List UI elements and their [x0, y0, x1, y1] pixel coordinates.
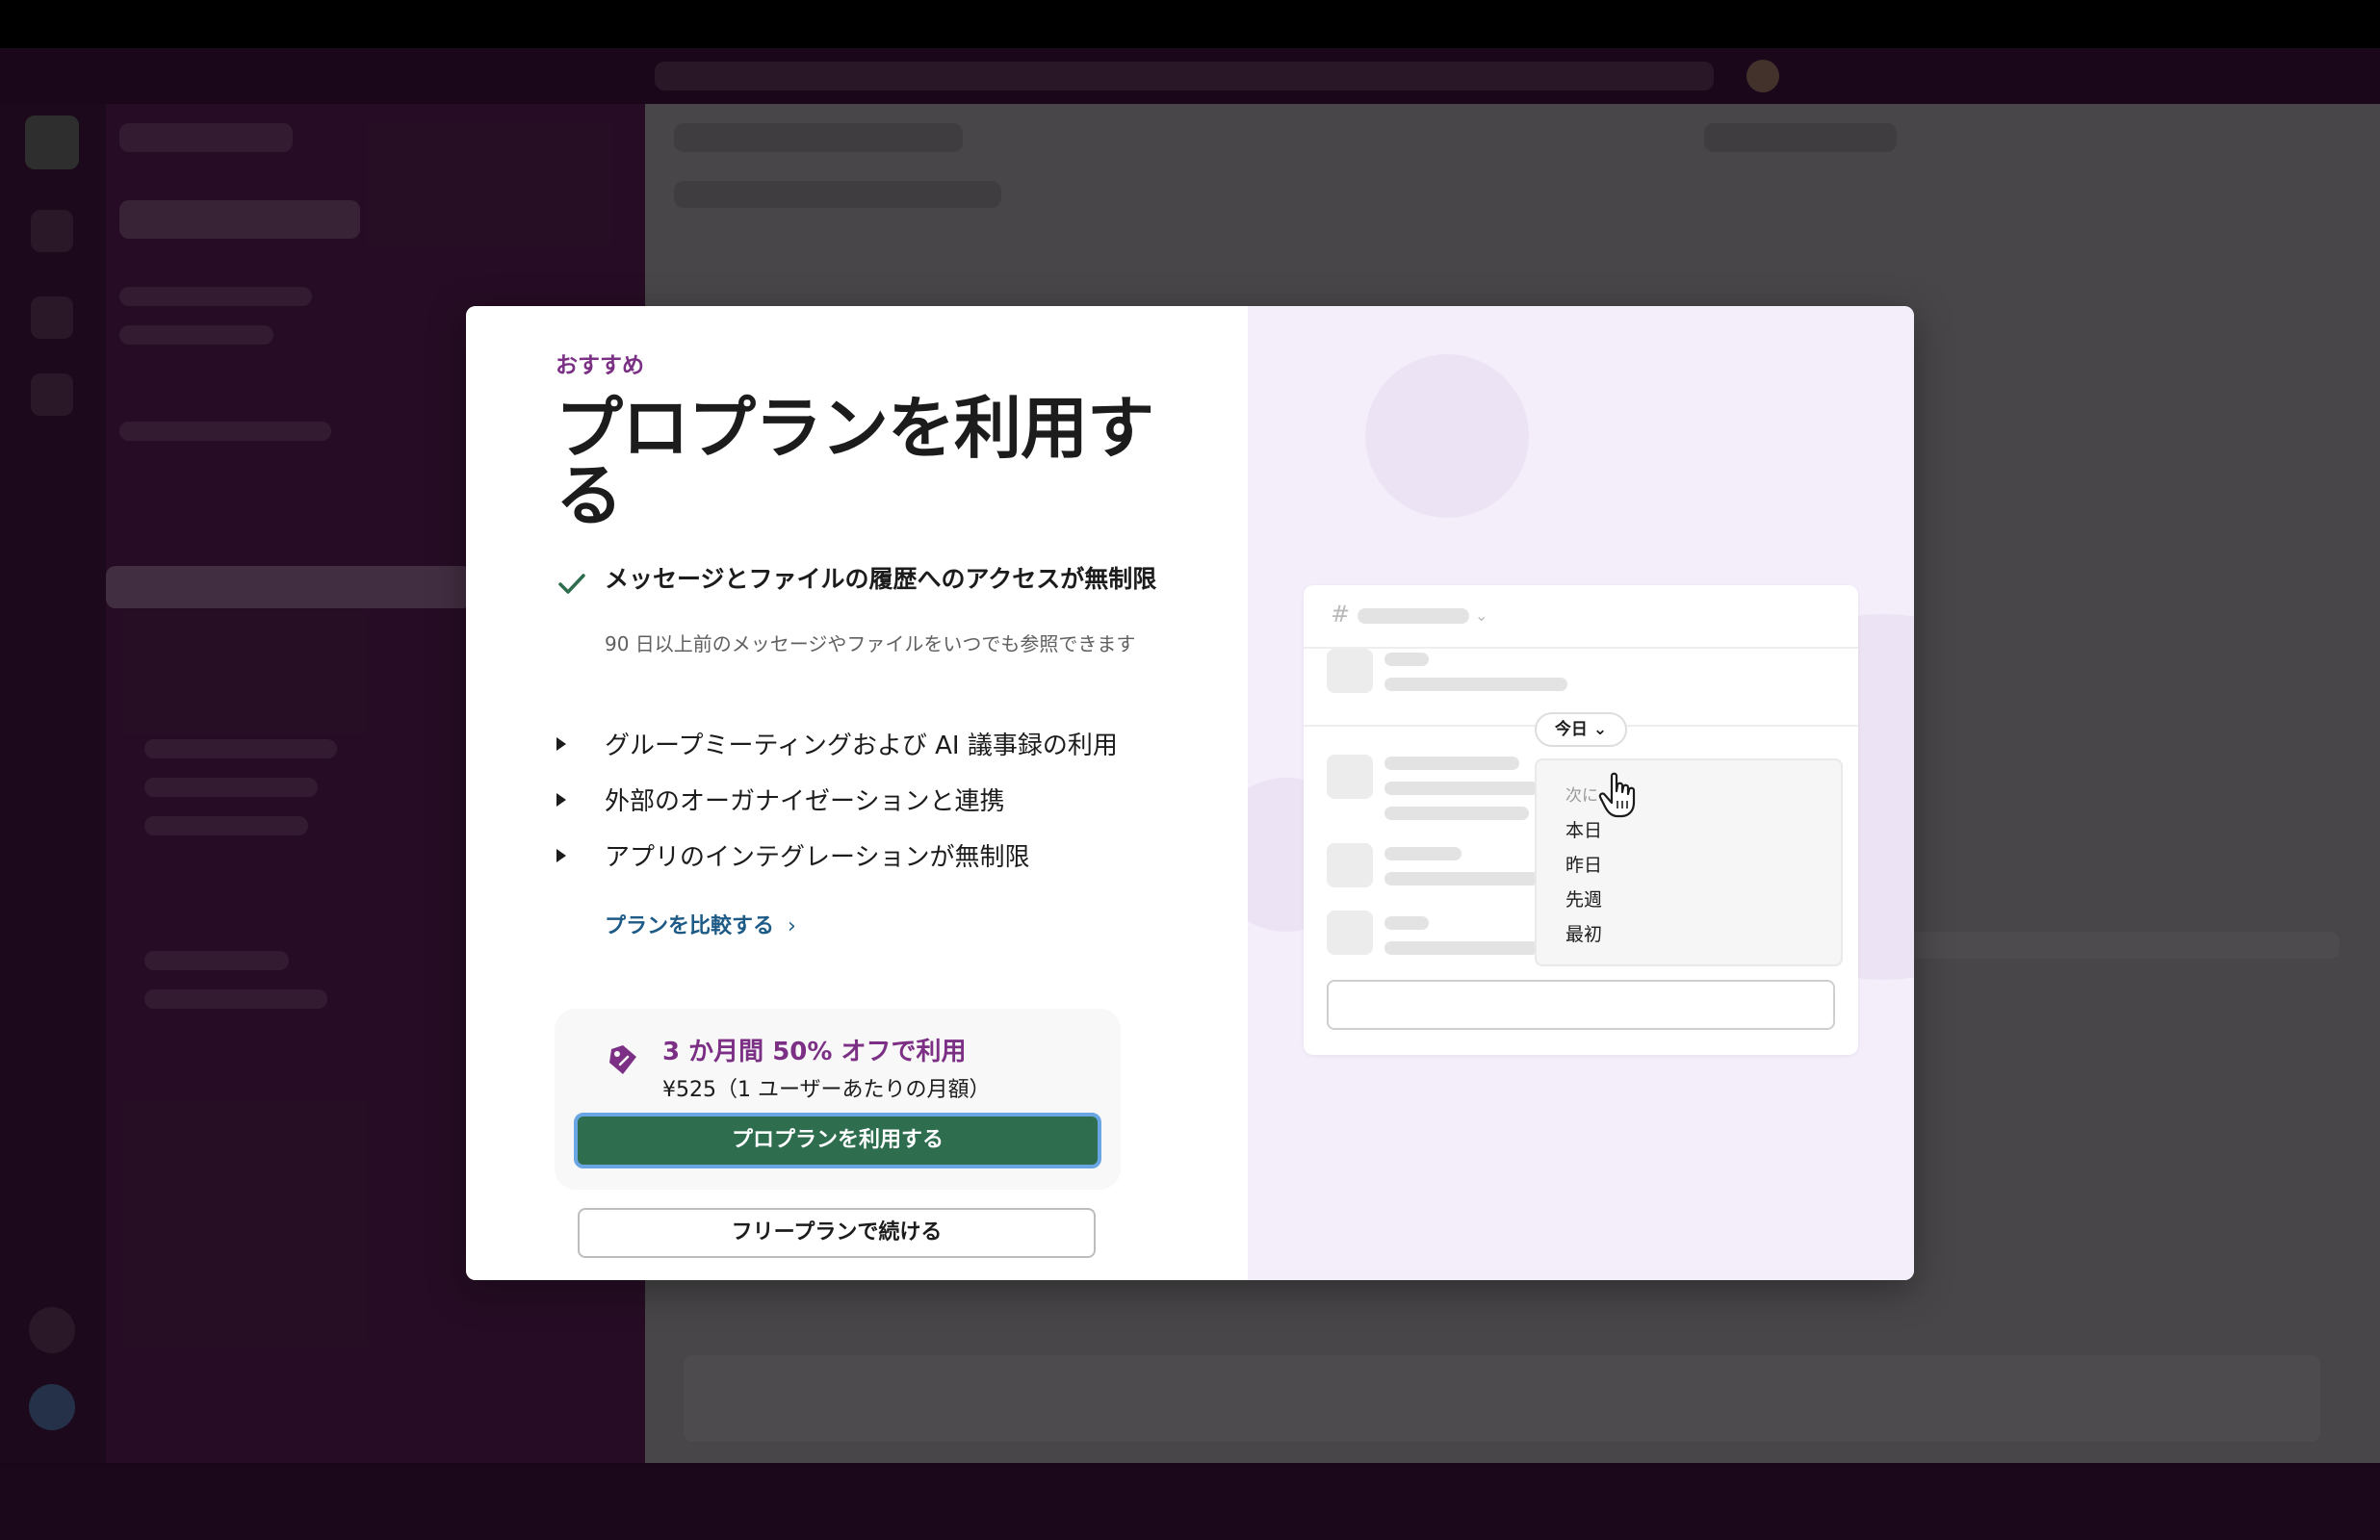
date-jump-menu: 次に… 本日 昨日 先週 最初 — [1535, 758, 1843, 966]
message-input-placeholder — [1327, 980, 1835, 1030]
offer-card: 3 か月間 50% オフで利用 ¥525（1 ユーザーあたりの月額） プロプラン… — [555, 1009, 1121, 1190]
menu-item-yesterday[interactable]: 昨日 — [1565, 851, 1602, 877]
price-tag-icon — [609, 1045, 636, 1074]
continue-free-button[interactable]: フリープランで続ける — [578, 1208, 1096, 1258]
mockup-header-divider — [1304, 647, 1858, 649]
modal-title: プロプランを利用する — [556, 389, 1154, 535]
message-placeholder — [1384, 941, 1539, 955]
feature-bullet-text: アプリのインテグレーションが無制限 — [605, 843, 1030, 872]
hash-icon: # — [1331, 601, 1351, 628]
avatar-placeholder — [1327, 755, 1373, 799]
caret-right-icon — [556, 849, 566, 862]
feature-bullet: グループミーティングおよび AI 議事録の利用 — [556, 728, 1173, 766]
avatar-placeholder — [1327, 911, 1373, 955]
menu-item-last-week[interactable]: 先週 — [1565, 886, 1602, 911]
menu-item-beginning[interactable]: 最初 — [1565, 920, 1602, 946]
offer-title: 3 か月間 50% オフで利用 — [662, 1038, 967, 1066]
feature-bullet-text: 外部のオーガナイゼーションと連携 — [605, 787, 1005, 816]
upgrade-to-pro-button[interactable]: プロプランを利用する — [574, 1113, 1101, 1168]
name-placeholder — [1384, 653, 1429, 666]
offer-price: ¥525（1 ユーザーあたりの月額） — [662, 1078, 991, 1102]
illustration-pane: # ⌄ 今日 ⌄ 次に… 本日 昨日 先週 最初 — [1248, 306, 1914, 1280]
avatar-placeholder — [1327, 649, 1373, 693]
feature-bullet: アプリのインテグレーションが無制限 — [556, 839, 1173, 878]
name-placeholder — [1384, 847, 1462, 860]
recommended-label: おすすめ — [556, 353, 644, 378]
check-icon — [558, 574, 585, 594]
feature-title: メッセージとファイルの履歴へのアクセスが無制限 — [605, 565, 1157, 593]
channel-name-placeholder — [1358, 608, 1469, 624]
upgrade-modal: おすすめ プロプランを利用する メッセージとファイルの履歴へのアクセスが無制限 … — [466, 306, 1914, 1280]
compare-plans-label: プランを比較する — [605, 914, 775, 938]
date-jump-button[interactable]: 今日 ⌄ — [1535, 712, 1627, 747]
message-placeholder — [1384, 807, 1529, 820]
menu-item-today[interactable]: 本日 — [1565, 816, 1602, 842]
feature-bullet-text: グループミーティングおよび AI 議事録の利用 — [605, 732, 1118, 760]
name-placeholder — [1384, 757, 1519, 770]
message-placeholder — [1384, 678, 1567, 691]
compare-plans-link[interactable]: プランを比較する › — [605, 909, 796, 939]
decorative-shape — [1365, 354, 1529, 518]
caret-right-icon — [556, 737, 566, 751]
channel-mockup: # ⌄ 今日 ⌄ 次に… 本日 昨日 先週 最初 — [1304, 585, 1858, 1055]
feature-bullet: 外部のオーガナイゼーションと連携 — [556, 783, 1173, 822]
chevron-right-icon: › — [788, 914, 796, 938]
avatar-placeholder — [1327, 843, 1373, 887]
chevron-down-icon: ⌄ — [1587, 720, 1608, 739]
name-placeholder — [1384, 916, 1429, 930]
message-placeholder — [1384, 782, 1539, 795]
feature-description: 90 日以上前のメッセージやファイルをいつでも参照できます — [605, 632, 1136, 655]
hand-cursor-icon — [1598, 772, 1636, 818]
date-jump-label: 今日 — [1554, 720, 1588, 739]
message-placeholder — [1384, 872, 1539, 886]
chevron-down-icon: ⌄ — [1475, 606, 1488, 625]
modal-content: おすすめ プロプランを利用する メッセージとファイルの履歴へのアクセスが無制限 … — [466, 306, 1248, 1280]
caret-right-icon — [556, 793, 566, 807]
